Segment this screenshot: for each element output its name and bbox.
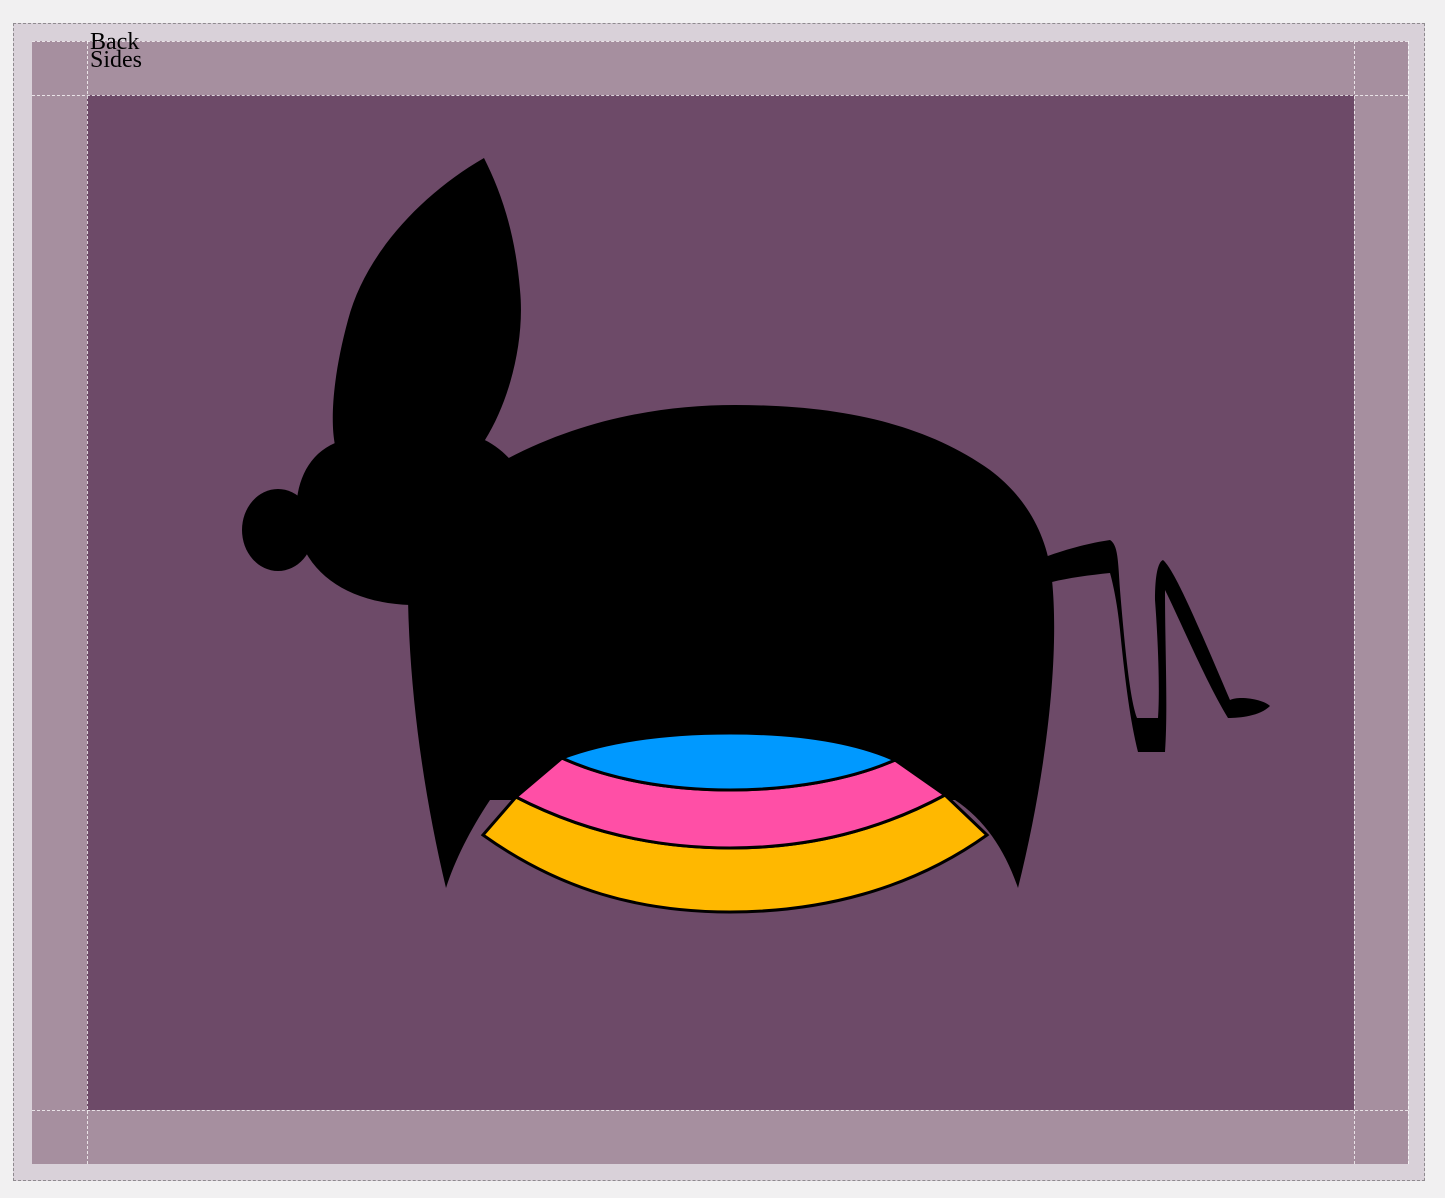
rabbit-ear <box>332 158 521 445</box>
label-sides: Sides <box>90 47 143 73</box>
rabbit-hind-leg <box>1045 540 1270 752</box>
rabbit-artwork[interactable] <box>0 0 1445 1198</box>
rabbit-snout <box>242 489 314 571</box>
canvas-page: Back Sides <box>0 0 1445 1198</box>
